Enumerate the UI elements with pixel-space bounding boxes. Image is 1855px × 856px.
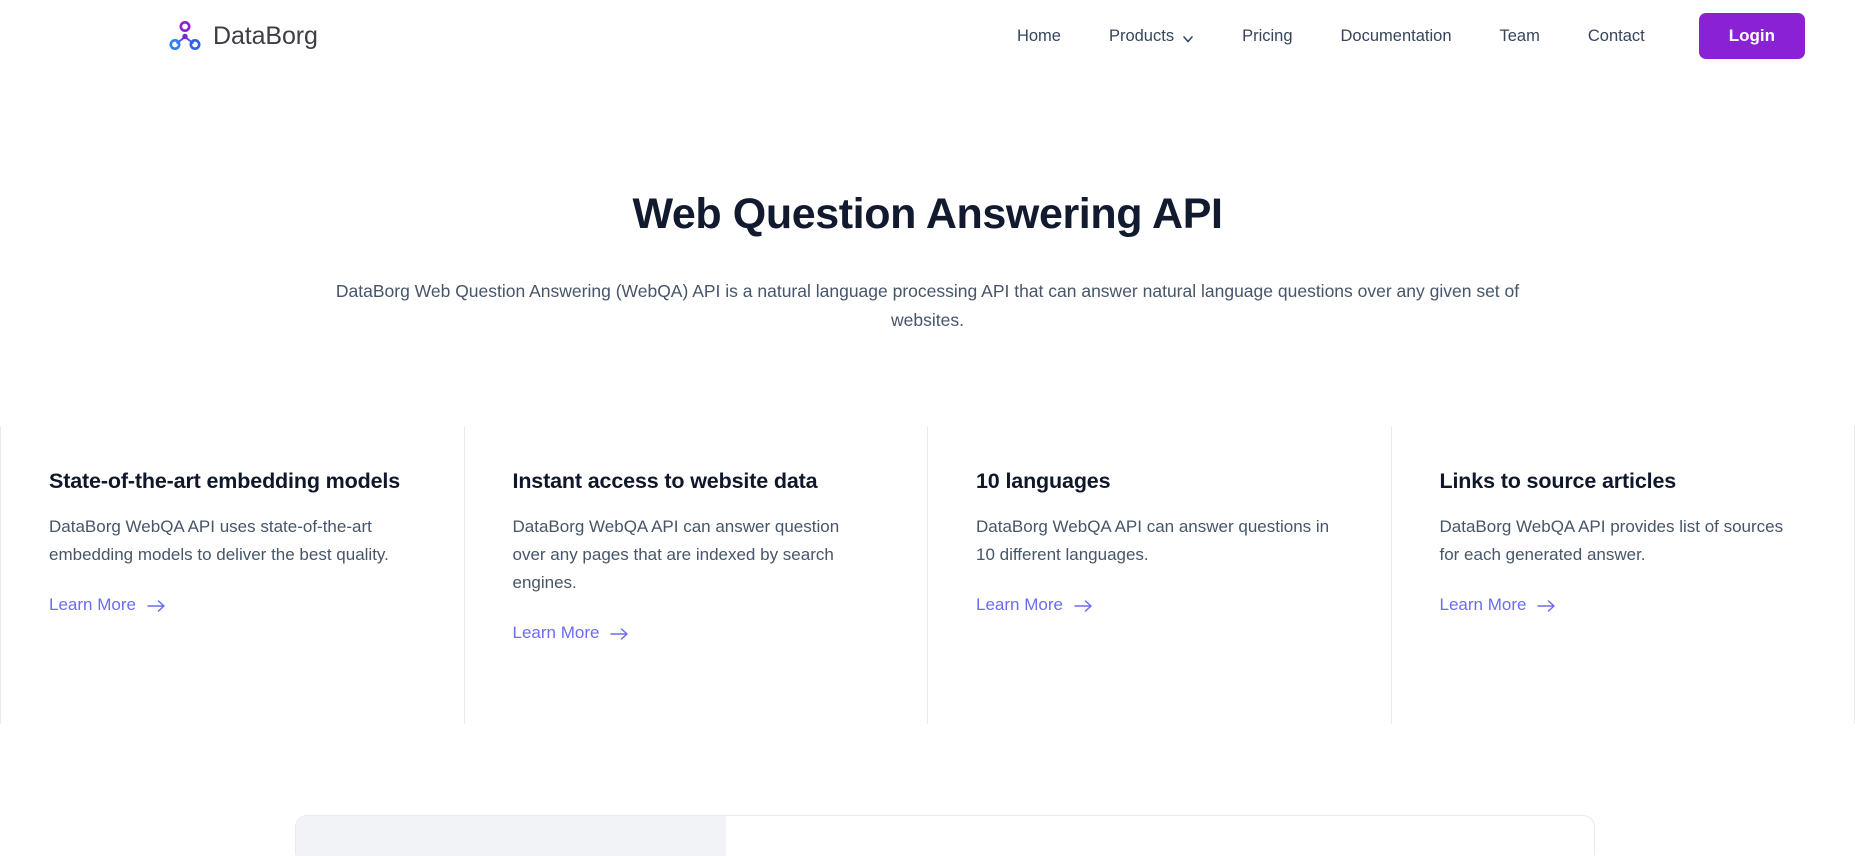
feature-card: State-of-the-art embedding models DataBo… <box>0 426 464 724</box>
feature-description: DataBorg WebQA API can answer question o… <box>513 513 875 598</box>
node-graph-icon <box>168 19 202 53</box>
learn-more-label: Learn More <box>49 595 136 615</box>
nav-item-label: Contact <box>1588 27 1645 46</box>
page-title: Web Question Answering API <box>0 189 1855 241</box>
nav-item-label: Documentation <box>1341 27 1452 46</box>
brand-logo-link[interactable]: DataBorg <box>168 19 318 53</box>
nav-item-label: Home <box>1017 27 1061 46</box>
main-navigation: Home Products Pricing Documentation Team… <box>993 13 1855 59</box>
learn-more-link[interactable]: Learn More <box>49 595 166 615</box>
feature-description: DataBorg WebQA API can answer questions … <box>976 513 1338 569</box>
feature-title: State-of-the-art embedding models <box>49 466 411 497</box>
nav-item-label: Team <box>1500 27 1540 46</box>
nav-item-team[interactable]: Team <box>1476 19 1564 54</box>
feature-card: 10 languages DataBorg WebQA API can answ… <box>927 426 1391 724</box>
feature-title: 10 languages <box>976 466 1338 497</box>
bottom-panel-peek <box>295 815 1595 855</box>
arrow-right-icon <box>1074 598 1093 612</box>
feature-description: DataBorg WebQA API uses state-of-the-art… <box>49 513 411 569</box>
nav-item-home[interactable]: Home <box>993 19 1085 54</box>
learn-more-link[interactable]: Learn More <box>1440 595 1557 615</box>
nav-item-contact[interactable]: Contact <box>1564 19 1669 54</box>
nav-item-label: Pricing <box>1242 27 1292 46</box>
feature-card: Links to source articles DataBorg WebQA … <box>1391 426 1855 724</box>
nav-item-products[interactable]: Products <box>1085 19 1218 54</box>
arrow-right-icon <box>147 598 166 612</box>
panel-tab[interactable] <box>296 816 726 856</box>
features-section: State-of-the-art embedding models DataBo… <box>0 426 1855 724</box>
feature-card: Instant access to website data DataBorg … <box>464 426 928 724</box>
feature-title: Links to source articles <box>1440 466 1802 497</box>
learn-more-link[interactable]: Learn More <box>513 623 630 643</box>
nav-item-label: Products <box>1109 27 1174 46</box>
hero-subtitle: DataBorg Web Question Answering (WebQA) … <box>303 277 1553 336</box>
arrow-right-icon <box>1537 598 1556 612</box>
learn-more-label: Learn More <box>976 595 1063 615</box>
brand-name: DataBorg <box>213 22 318 51</box>
login-button[interactable]: Login <box>1699 13 1805 59</box>
feature-description: DataBorg WebQA API provides list of sour… <box>1440 513 1802 569</box>
learn-more-label: Learn More <box>1440 595 1527 615</box>
learn-more-label: Learn More <box>513 623 600 643</box>
feature-title: Instant access to website data <box>513 466 875 497</box>
chevron-down-icon <box>1182 31 1194 43</box>
nav-item-pricing[interactable]: Pricing <box>1218 19 1316 54</box>
nav-item-documentation[interactable]: Documentation <box>1317 19 1476 54</box>
hero-section: Web Question Answering API DataBorg Web … <box>0 72 1855 335</box>
site-header: DataBorg Home Products Pricing Documenta… <box>0 0 1855 72</box>
arrow-right-icon <box>610 626 629 640</box>
learn-more-link[interactable]: Learn More <box>976 595 1093 615</box>
